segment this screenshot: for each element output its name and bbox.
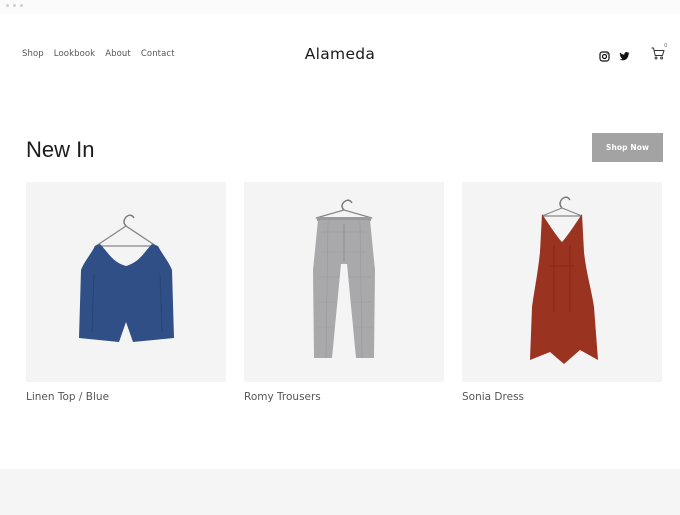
shop-now-button[interactable]: Shop Now — [592, 133, 663, 162]
cart-count-badge: 0 — [664, 43, 668, 49]
twitter-icon[interactable] — [619, 49, 630, 61]
social-links — [599, 49, 630, 62]
product-card[interactable]: Sonia Dress — [462, 182, 662, 403]
product-image-linen-top[interactable] — [26, 182, 226, 382]
brand-logo[interactable]: Alameda — [0, 45, 680, 63]
window-bar — [0, 0, 680, 14]
window-dot[interactable] — [20, 4, 23, 7]
product-name[interactable]: Romy Trousers — [244, 391, 321, 403]
instagram-icon[interactable] — [599, 49, 610, 62]
section-title: New In — [26, 137, 95, 162]
footer — [0, 469, 680, 515]
product-name[interactable]: Sonia Dress — [462, 391, 524, 403]
window-controls — [6, 4, 23, 7]
product-card[interactable]: Romy Trousers — [244, 182, 444, 403]
window-dot[interactable] — [13, 4, 16, 7]
product-image-sonia-dress[interactable] — [462, 182, 662, 382]
cart-icon[interactable] — [651, 47, 665, 65]
product-name[interactable]: Linen Top / Blue — [26, 391, 109, 403]
window-dot[interactable] — [6, 4, 9, 7]
product-card[interactable]: Linen Top / Blue — [26, 182, 226, 403]
product-image-romy-trousers[interactable] — [244, 182, 444, 382]
